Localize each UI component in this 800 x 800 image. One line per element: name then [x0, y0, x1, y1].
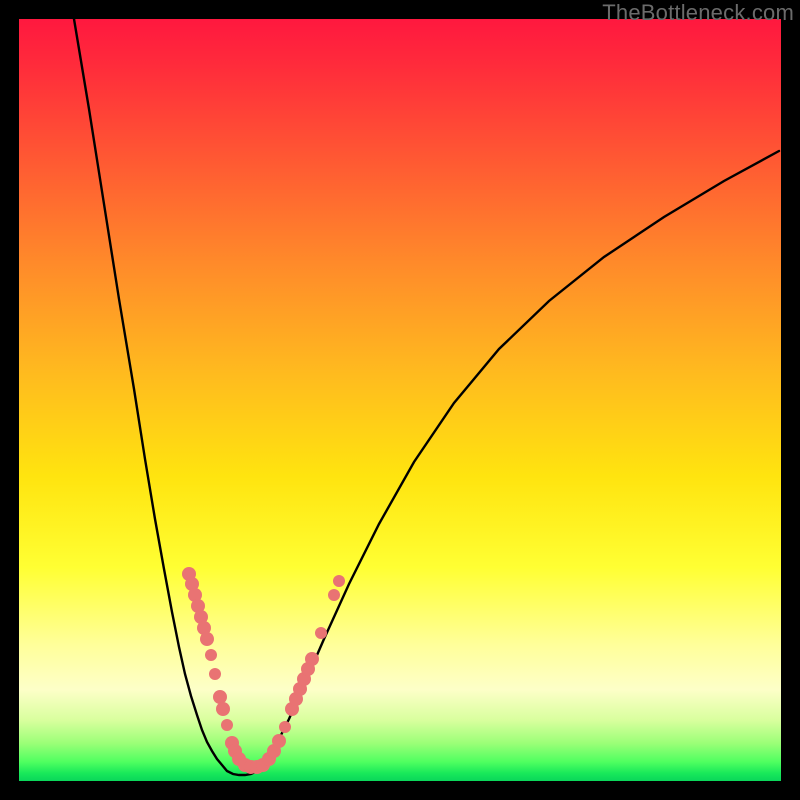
- bead: [305, 652, 319, 666]
- outer-frame: TheBottleneck.com: [0, 0, 800, 800]
- bottleneck-curve: [74, 19, 779, 775]
- plot-area: [19, 19, 781, 781]
- bead: [328, 589, 340, 601]
- bead: [272, 734, 286, 748]
- bead: [216, 702, 230, 716]
- bead: [205, 649, 217, 661]
- bead: [209, 668, 221, 680]
- bottleneck-curve-svg: [19, 19, 781, 781]
- bead: [221, 719, 233, 731]
- bead: [333, 575, 345, 587]
- bead: [213, 690, 227, 704]
- bead: [200, 632, 214, 646]
- watermark-text: TheBottleneck.com: [602, 0, 794, 26]
- bead: [279, 721, 291, 733]
- bead: [315, 627, 327, 639]
